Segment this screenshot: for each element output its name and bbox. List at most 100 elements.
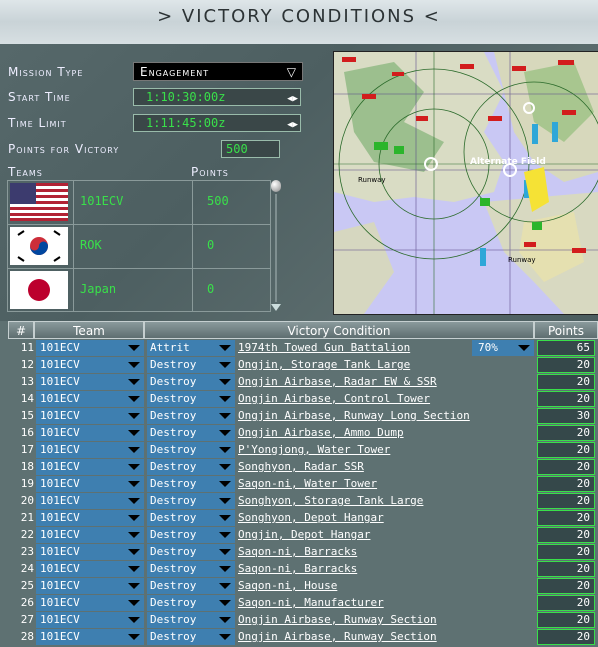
percent-select[interactable]: 70% xyxy=(472,340,534,356)
points-field[interactable]: 20 xyxy=(537,629,595,645)
target-link[interactable]: P'Yongjong, Water Tower xyxy=(238,442,390,458)
team-select[interactable]: 101ECV xyxy=(36,408,144,424)
target-link[interactable]: Ongjin, Depot Hangar xyxy=(238,527,370,543)
points-field[interactable]: 20 xyxy=(537,578,595,594)
target-link[interactable]: Saqon-ni, Manufacturer xyxy=(238,595,384,611)
chevron-down-icon[interactable] xyxy=(219,396,231,402)
points-field[interactable]: 20 xyxy=(537,442,595,458)
team-select[interactable]: 101ECV xyxy=(36,357,144,373)
scroll-down-icon[interactable] xyxy=(271,304,281,311)
teams-scrollbar[interactable] xyxy=(270,180,282,312)
target-link[interactable]: Saqon-ni, Water Tower xyxy=(238,476,377,492)
team-select[interactable]: 101ECV xyxy=(36,595,144,611)
action-select[interactable]: Destroy xyxy=(147,510,235,526)
team-select[interactable]: 101ECV xyxy=(36,391,144,407)
chevron-down-icon[interactable] xyxy=(219,430,231,436)
target-link[interactable]: Saqon-ni, Barracks xyxy=(238,561,357,577)
chevron-down-icon[interactable] xyxy=(128,345,140,351)
target-link[interactable]: Songhyon, Storage Tank Large xyxy=(238,493,423,509)
target-link[interactable]: Saqon-ni, House xyxy=(238,578,337,594)
table-row[interactable]: 20 101ECV Destroy Songhyon, Storage Tank La… xyxy=(0,493,598,510)
table-row[interactable]: 25 101ECV Destroy Saqon-ni, House 20 xyxy=(0,578,598,595)
table-row[interactable]: 14 101ECV Destroy Ongjin Airbase, Control T… xyxy=(0,391,598,408)
chevron-down-icon[interactable] xyxy=(128,430,140,436)
start-time-field[interactable]: 1:10:30:00z ◀▶ xyxy=(133,88,301,106)
scroll-handle-icon[interactable] xyxy=(271,180,281,192)
chevron-down-icon[interactable] xyxy=(128,481,140,487)
action-select[interactable]: Destroy xyxy=(147,595,235,611)
action-select[interactable]: Attrit xyxy=(147,340,235,356)
action-select[interactable]: Destroy xyxy=(147,425,235,441)
tactical-map[interactable]: Alternate Field Runway Runway xyxy=(333,51,598,315)
chevron-down-icon[interactable] xyxy=(219,634,231,640)
action-select[interactable]: Destroy xyxy=(147,629,235,645)
action-select[interactable]: Destroy xyxy=(147,408,235,424)
chevron-down-icon[interactable] xyxy=(128,413,140,419)
table-row[interactable]: 21 101ECV Destroy Songhyon, Depot Hangar 20 xyxy=(0,510,598,527)
team-select[interactable]: 101ECV xyxy=(36,476,144,492)
chevron-down-icon[interactable] xyxy=(219,447,231,453)
table-row[interactable]: 16 101ECV Destroy Ongjin Airbase, Ammo Dump… xyxy=(0,425,598,442)
points-field[interactable]: 20 xyxy=(537,374,595,390)
map-canvas[interactable]: Alternate Field Runway Runway xyxy=(334,52,598,314)
team-select[interactable]: 101ECV xyxy=(36,340,144,356)
chevron-down-icon[interactable] xyxy=(219,515,231,521)
chevron-down-icon[interactable] xyxy=(128,515,140,521)
chevron-down-icon[interactable] xyxy=(219,498,231,504)
target-link[interactable]: Ongjin, Storage Tank Large xyxy=(238,357,410,373)
table-row[interactable]: 26 101ECV Destroy Saqon-ni, Manufacturer 20 xyxy=(0,595,598,612)
team-select[interactable]: 101ECV xyxy=(36,612,144,628)
table-row[interactable]: 12 101ECV Destroy Ongjin, Storage Tank Larg… xyxy=(0,357,598,374)
action-select[interactable]: Destroy xyxy=(147,357,235,373)
chevron-down-icon[interactable] xyxy=(128,600,140,606)
target-link[interactable]: Ongjin Airbase, Ammo Dump xyxy=(238,425,404,441)
target-link[interactable]: Saqon-ni, Barracks xyxy=(238,544,357,560)
chevron-down-icon[interactable] xyxy=(128,566,140,572)
points-field[interactable]: 20 xyxy=(537,527,595,543)
team-select[interactable]: 101ECV xyxy=(36,493,144,509)
table-row[interactable]: 24 101ECV Destroy Saqon-ni, Barracks 20 xyxy=(0,561,598,578)
chevron-down-icon[interactable] xyxy=(219,379,231,385)
action-select[interactable]: Destroy xyxy=(147,391,235,407)
team-select[interactable]: 101ECV xyxy=(36,442,144,458)
action-select[interactable]: Destroy xyxy=(147,476,235,492)
action-select[interactable]: Destroy xyxy=(147,374,235,390)
action-select[interactable]: Destroy xyxy=(147,561,235,577)
team-select[interactable]: 101ECV xyxy=(36,578,144,594)
chevron-down-icon[interactable] xyxy=(219,464,231,470)
table-row[interactable]: 15 101ECV Destroy Ongjin Airbase, Runway Lo… xyxy=(0,408,598,425)
chevron-down-icon[interactable] xyxy=(219,600,231,606)
chevron-down-icon[interactable] xyxy=(219,532,231,538)
points-field[interactable]: 65 xyxy=(537,340,595,356)
points-field[interactable]: 20 xyxy=(537,425,595,441)
chevron-down-icon[interactable] xyxy=(219,549,231,555)
target-link[interactable]: Ongjin Airbase, Runway Section xyxy=(238,629,437,645)
chevron-down-icon[interactable] xyxy=(219,617,231,623)
chevron-down-icon[interactable] xyxy=(128,617,140,623)
target-link[interactable]: Ongjin Airbase, Runway Section xyxy=(238,612,437,628)
action-select[interactable]: Destroy xyxy=(147,493,235,509)
target-link[interactable]: Ongjin Airbase, Runway Long Section xyxy=(238,408,470,424)
target-link[interactable]: Ongjin Airbase, Control Tower xyxy=(238,391,430,407)
points-for-victory-field[interactable]: 500 xyxy=(221,140,280,158)
team-row[interactable]: 101ECV 500 xyxy=(7,180,270,224)
action-select[interactable]: Destroy xyxy=(147,459,235,475)
chevron-down-icon[interactable] xyxy=(128,379,140,385)
chevron-down-icon[interactable] xyxy=(128,532,140,538)
points-field[interactable]: 20 xyxy=(537,391,595,407)
chevron-down-icon[interactable] xyxy=(128,634,140,640)
chevron-down-icon[interactable] xyxy=(219,413,231,419)
points-field[interactable]: 20 xyxy=(537,493,595,509)
action-select[interactable]: Destroy xyxy=(147,527,235,543)
chevron-down-icon[interactable] xyxy=(219,362,231,368)
chevron-down-icon[interactable] xyxy=(128,362,140,368)
target-link[interactable]: Ongjin Airbase, Radar EW & SSR xyxy=(238,374,437,390)
points-field[interactable]: 20 xyxy=(537,459,595,475)
points-field[interactable]: 20 xyxy=(537,476,595,492)
action-select[interactable]: Destroy xyxy=(147,544,235,560)
team-row[interactable]: ROK 0 xyxy=(7,224,270,268)
team-select[interactable]: 101ECV xyxy=(36,510,144,526)
chevron-down-icon[interactable] xyxy=(128,464,140,470)
table-row[interactable]: 22 101ECV Destroy Ongjin, Depot Hangar 20 xyxy=(0,527,598,544)
points-field[interactable]: 20 xyxy=(537,595,595,611)
